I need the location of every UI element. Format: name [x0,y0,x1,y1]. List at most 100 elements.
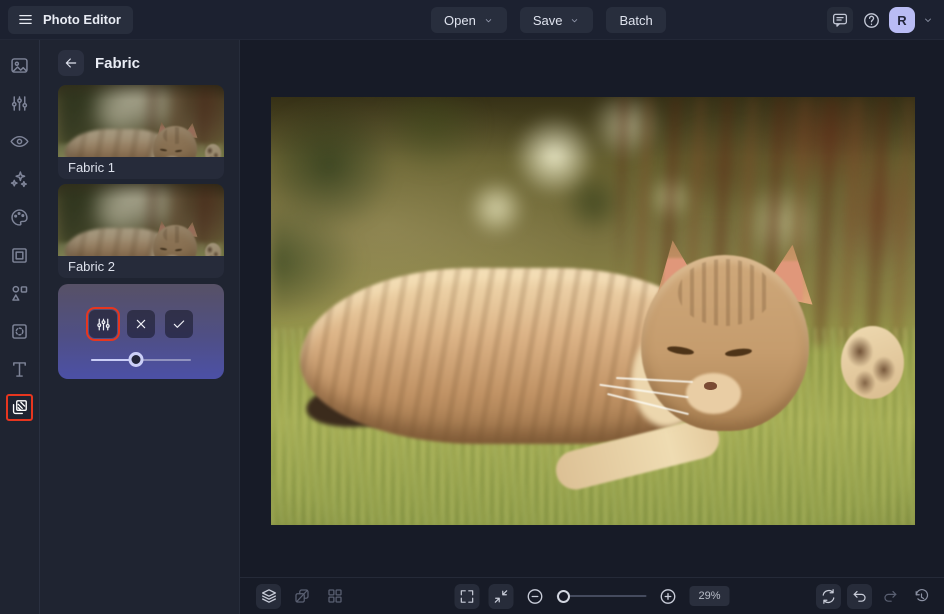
zoom-level-value: 29% [698,590,721,602]
history-icon [913,588,930,605]
workspace: 29% [240,40,944,614]
close-icon [133,316,149,332]
chevron-down-icon [569,15,580,26]
image-icon [9,55,30,76]
tool-overlays[interactable] [6,394,33,421]
grid-icon [326,587,344,605]
main-area: Fabric Fabric 1 Fabric 2 29% [0,40,944,614]
panel-header: Fabric [58,50,239,76]
sparkles-icon [9,169,30,190]
save-button[interactable]: Save [519,7,594,33]
palette-icon [9,207,30,228]
overlay-strength-slider[interactable] [91,352,191,367]
app-title: Photo Editor [43,12,121,27]
open-button-label: Open [444,12,476,28]
fabric-strength-knob[interactable] [128,352,144,367]
topbar: Photo Editor Open Save Batch R [0,0,944,40]
zoom-slider-knob[interactable] [557,589,571,603]
history-button[interactable] [909,584,934,609]
fabric-2-card[interactable]: Fabric 2 [58,184,224,278]
fabric-1-label: Fabric 1 [68,159,115,175]
sliders-icon [95,316,112,333]
tool-elements[interactable] [6,280,33,307]
tool-border[interactable] [6,318,33,345]
thumbnail-image [58,85,224,157]
eye-icon [9,131,30,152]
photo-vignette [58,184,224,256]
grid-view-button[interactable] [322,584,347,609]
photo-vignette [271,97,915,525]
reset-button[interactable] [816,583,841,609]
fullscreen-icon [459,588,476,605]
arrow-left-icon [63,55,79,71]
menu-icon [17,11,34,28]
account-menu-button[interactable] [920,7,936,33]
topbar-actions: Open Save Batch [431,7,666,33]
tool-frame[interactable] [6,242,33,269]
canvas-image[interactable] [271,97,915,525]
sliders-icon [9,93,30,114]
zoom-controls: 29% [454,583,730,609]
fabric-1-thumbnail [58,85,224,157]
panel-title: Fabric [95,54,141,72]
fill-screen-button[interactable] [488,583,514,609]
shapes-icon [9,283,30,304]
zoom-in-button[interactable] [656,584,681,609]
app-menu[interactable]: Photo Editor [8,5,133,34]
plus-circle-icon [659,587,678,606]
chevron-down-icon [922,14,934,26]
help-icon [862,11,881,30]
open-button[interactable]: Open [431,7,507,33]
shrink-icon [493,588,510,605]
topbar-right: R [827,7,936,33]
text-icon [9,359,30,380]
zoom-slider[interactable] [556,589,647,603]
overlay-cancel-button[interactable] [127,310,155,338]
zoom-level-field[interactable]: 29% [689,586,730,606]
check-icon [171,316,187,332]
refresh-icon [820,588,837,605]
compare-button[interactable] [289,584,314,609]
tool-retouch[interactable] [6,128,33,155]
avatar-initial: R [897,12,907,28]
zoom-out-button[interactable] [523,584,548,609]
overlay-adjust-button[interactable] [86,307,120,341]
message-icon [831,11,849,29]
fabric-panel: Fabric Fabric 1 Fabric 2 [40,40,240,614]
overlay-edit-buttons [58,284,224,341]
overlays-icon [10,398,29,417]
batch-button-label: Batch [619,12,653,28]
fabric-1-card[interactable]: Fabric 1 [58,85,224,179]
tool-rail [0,40,40,614]
overlay-apply-button[interactable] [165,310,193,338]
tool-text[interactable] [6,356,33,383]
fit-screen-button[interactable] [454,583,480,609]
tool-image[interactable] [6,52,33,79]
tool-adjust[interactable] [6,90,33,117]
undo-button[interactable] [847,583,872,609]
status-bar: 29% [240,577,944,614]
redo-button[interactable] [878,584,903,609]
layers-button[interactable] [256,583,281,609]
back-button[interactable] [58,50,84,76]
chevron-down-icon [483,15,494,26]
compare-icon [293,587,311,605]
minus-circle-icon [526,587,545,606]
undo-icon [851,588,868,605]
thumbnail-image [58,184,224,256]
help-button[interactable] [858,7,884,33]
layers-icon [260,587,278,605]
avatar[interactable]: R [889,7,915,33]
tool-palette[interactable] [6,204,33,231]
feedback-button[interactable] [827,7,853,33]
photo-vignette [58,85,224,157]
overlay-edit-box [58,284,224,379]
frame-icon [9,245,30,266]
statusbar-left [256,583,347,609]
tool-effects[interactable] [6,166,33,193]
history-controls [816,583,934,609]
save-button-label: Save [532,12,563,28]
batch-button[interactable]: Batch [606,7,666,33]
fabric-2-label: Fabric 2 [68,258,115,274]
border-icon [9,321,30,342]
